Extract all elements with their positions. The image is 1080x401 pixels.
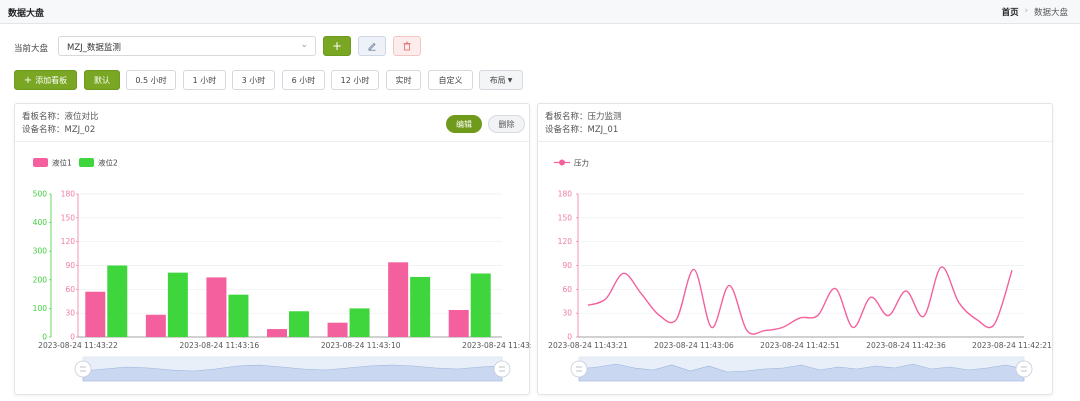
x-tick-label: 2023-08-24 11:43:06 <box>654 341 734 350</box>
legend-swatch <box>33 158 48 167</box>
x-tick-label: 2023-08-24 11:42:21 <box>972 341 1052 350</box>
zoom-handle-left[interactable] <box>74 360 92 378</box>
x-tick-label: 2023-08-24 11:43:04 <box>462 341 531 350</box>
x-tick-label: 2023-08-24 11:42:51 <box>760 341 840 350</box>
time-button-12h[interactable]: 12 小时 <box>331 70 379 90</box>
y-tick-label: 120 <box>558 237 573 246</box>
y-left-tick-label: 500 <box>33 190 48 199</box>
page-title: 数据大盘 <box>8 9 45 19</box>
y-left-tick-label: 100 <box>33 304 48 313</box>
y-right-tick-label: 150 <box>61 213 76 222</box>
y-tick-label: 30 <box>562 309 572 318</box>
x-tick-label: 2023-08-24 11:43:21 <box>548 341 628 350</box>
line-chart: 压力03060901201501802023-08-24 11:43:21 202… <box>548 158 1052 382</box>
add-dashboard-button[interactable]: + 添加看板 <box>14 70 77 90</box>
y-right-tick-label: 120 <box>61 237 76 246</box>
bar-level-1 <box>327 322 348 337</box>
breadcrumb-home[interactable]: 首页 <box>1002 6 1019 18</box>
y-right-tick-label: 60 <box>65 285 75 294</box>
bar-chart: 液位1 液位20306090120150180010020030040050020… <box>33 158 531 382</box>
bar-level-1 <box>206 277 227 337</box>
time-button-6h[interactable]: 6 小时 <box>282 70 325 90</box>
bar-level-2 <box>228 294 249 337</box>
dashboard-select-value: MZJ_数据监测 <box>67 43 121 53</box>
time-button-default[interactable]: 默认 <box>84 70 120 90</box>
legend-marker <box>559 159 565 166</box>
bar-level-2 <box>107 265 128 337</box>
plus-icon: + <box>23 74 33 86</box>
current-dashboard-label: 当前大盘 <box>14 44 49 54</box>
trash-icon <box>403 41 411 51</box>
dashboard-panel-pressure: 看板名称：压力监测 设备名称：MZJ_01 压力 0 30 60 90 120 150 180… <box>537 103 1053 395</box>
legend-label: 液位2 <box>98 158 118 168</box>
bar-level-1 <box>388 262 409 337</box>
bar-level-2 <box>470 273 491 337</box>
y-left-tick-label: 200 <box>33 275 48 284</box>
zoom-handle-right[interactable] <box>1015 360 1033 378</box>
y-left-tick-label: 400 <box>33 218 48 227</box>
bar-level-1 <box>267 329 287 337</box>
y-tick-label: 150 <box>558 213 573 222</box>
top-bar: 数据大盘 首页 › 数据大盘 <box>0 0 1080 24</box>
bar-level-2 <box>410 276 431 337</box>
zoom-handle-right[interactable] <box>493 360 511 378</box>
add-board-icon-button[interactable]: + <box>323 36 351 56</box>
dashboard-select[interactable]: MZJ_数据监测 ⌄ <box>58 36 316 56</box>
y-tick-label: 90 <box>562 261 572 270</box>
bar-level-2 <box>349 308 370 337</box>
x-tick-label: 2023-08-24 11:43:22 <box>38 341 118 350</box>
layout-dropdown-button[interactable]: 布局 ▼ <box>479 70 523 90</box>
breadcrumb: 首页 › 数据大盘 <box>1002 6 1068 18</box>
caret-down-icon: ▼ <box>507 76 513 84</box>
bar-level-1 <box>145 314 166 337</box>
legend-swatch <box>79 158 94 167</box>
layout-label: 布局 <box>489 75 506 85</box>
y-right-tick-label: 180 <box>61 190 76 199</box>
dashboard-panel-level: 看板名称：液位对比 设备名称：MZJ_02 编辑 删除 液位1 液位2 0 30 60 9… <box>14 103 531 395</box>
y-right-tick-label: 30 <box>65 309 75 318</box>
time-button-3h[interactable]: 3 小时 <box>232 70 275 90</box>
time-button-realtime[interactable]: 实时 <box>386 70 421 90</box>
pressure-line <box>587 266 1013 335</box>
breadcrumb-current: 数据大盘 <box>1033 8 1068 18</box>
x-tick-label: 2023-08-24 11:43:10 <box>321 341 401 350</box>
time-button-1h[interactable]: 1 小时 <box>183 70 226 90</box>
time-button-half-hour[interactable]: 0.5 小时 <box>126 70 176 90</box>
y-tick-label: 60 <box>562 285 572 294</box>
bar-level-1 <box>448 309 469 337</box>
legend-label: 压力 <box>574 158 589 168</box>
time-button-custom[interactable]: 自定义 <box>428 70 473 90</box>
zoom-handle-left[interactable] <box>570 360 588 378</box>
delete-dashboard-button[interactable] <box>393 36 421 56</box>
legend-label: 液位1 <box>52 158 72 168</box>
bar-level-2 <box>289 311 309 337</box>
y-right-tick-label: 90 <box>65 261 75 270</box>
y-tick-label: 180 <box>558 190 573 199</box>
edit-dashboard-button[interactable] <box>358 36 386 56</box>
y-left-tick-label: 300 <box>33 247 48 256</box>
breadcrumb-separator-icon: › <box>1024 6 1028 16</box>
x-tick-label: 2023-08-24 11:42:36 <box>866 341 946 350</box>
x-tick-label: 2023-08-24 11:43:16 <box>180 341 260 350</box>
bar-level-1 <box>85 291 106 337</box>
add-dashboard-label: 添加看板 <box>35 75 68 85</box>
plus-icon: + <box>331 39 343 53</box>
bar-level-2 <box>167 272 188 337</box>
edit-icon <box>368 42 376 51</box>
chevron-down-icon: ⌄ <box>300 40 308 50</box>
